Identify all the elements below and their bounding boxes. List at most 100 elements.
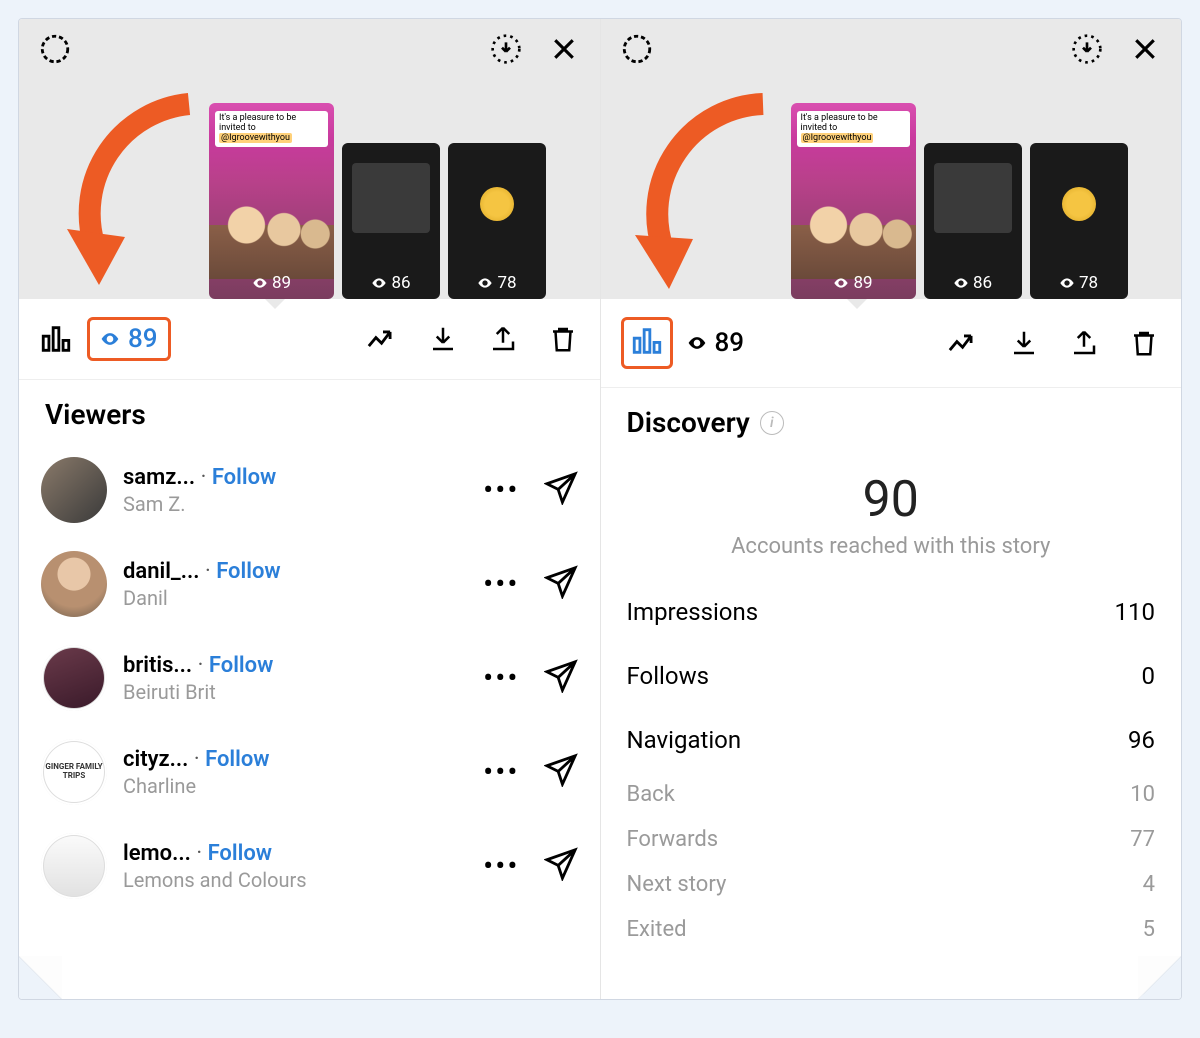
stat-label: Impressions bbox=[627, 598, 759, 626]
viewer-row[interactable]: lemo... · FollowLemons and Colours••• bbox=[37, 819, 582, 913]
thumb-view-count: 89 bbox=[209, 273, 334, 293]
thumb-view-count: 78 bbox=[1030, 273, 1128, 293]
thumb-caption: It's a pleasure to be invited to @Igroov… bbox=[215, 111, 328, 147]
send-icon[interactable] bbox=[544, 847, 578, 885]
story-thumb[interactable]: 86 bbox=[924, 143, 1022, 299]
viewer-row[interactable]: samz... · FollowSam Z. ••• bbox=[37, 443, 582, 537]
stat-label: Follows bbox=[627, 662, 710, 690]
story-thumb[interactable]: 86 bbox=[342, 143, 440, 299]
viewer-fullname: Charline bbox=[123, 774, 467, 798]
close-icon[interactable] bbox=[1125, 29, 1165, 69]
share-icon[interactable] bbox=[1067, 326, 1101, 360]
trash-icon[interactable] bbox=[546, 322, 580, 356]
story-header: It's a pleasure to be invited to @Igroov… bbox=[601, 19, 1182, 299]
stat-value: 4 bbox=[1143, 872, 1155, 897]
save-icon[interactable] bbox=[1007, 326, 1041, 360]
more-icon[interactable]: ••• bbox=[483, 483, 519, 498]
thumb-caption: It's a pleasure to be invited to @Igroov… bbox=[797, 111, 910, 147]
story-thumb[interactable]: 78 bbox=[448, 143, 546, 299]
story-toolbar: 89 bbox=[601, 299, 1182, 388]
stat-label: Back bbox=[627, 782, 675, 807]
viewer-info: cityz... · FollowCharline bbox=[123, 747, 467, 798]
viewer-username: cityz... bbox=[123, 747, 188, 772]
share-icon[interactable] bbox=[486, 322, 520, 356]
corner-fold bbox=[18, 956, 62, 1000]
save-icon[interactable] bbox=[426, 322, 460, 356]
avatar[interactable] bbox=[41, 457, 107, 523]
more-icon[interactable]: ••• bbox=[483, 765, 519, 780]
send-icon[interactable] bbox=[544, 659, 578, 697]
follow-link[interactable]: Follow bbox=[216, 559, 280, 584]
viewer-fullname: Sam Z. bbox=[123, 492, 467, 516]
follow-link[interactable]: Follow bbox=[212, 465, 276, 490]
thumb-view-count: 86 bbox=[342, 273, 440, 293]
viewer-username: samz... bbox=[123, 465, 195, 490]
stat-value: 0 bbox=[1142, 662, 1156, 690]
nav-stat-row: Back 10 bbox=[627, 772, 1156, 817]
trash-icon[interactable] bbox=[1127, 326, 1161, 360]
story-header: It's a pleasure to be invited to @Igroov… bbox=[19, 19, 600, 299]
viewer-fullname: Beiruti Brit bbox=[123, 680, 467, 704]
send-icon[interactable] bbox=[544, 753, 578, 791]
more-icon[interactable]: ••• bbox=[483, 671, 519, 686]
follow-link[interactable]: Follow bbox=[209, 653, 273, 678]
stat-label: Forwards bbox=[627, 827, 719, 852]
avatar[interactable] bbox=[41, 551, 107, 617]
stat-label: Navigation bbox=[627, 726, 742, 754]
avatar[interactable] bbox=[41, 645, 107, 711]
send-icon[interactable] bbox=[544, 471, 578, 509]
more-icon[interactable]: ••• bbox=[483, 577, 519, 592]
views-count: 89 bbox=[128, 324, 158, 354]
reach-label: Accounts reached with this story bbox=[731, 533, 1051, 562]
download-icon[interactable] bbox=[486, 29, 526, 69]
views-tab[interactable]: 89 bbox=[687, 328, 745, 358]
stat-value: 96 bbox=[1128, 726, 1155, 754]
story-thumb-selected[interactable]: It's a pleasure to be invited to @Igroov… bbox=[791, 103, 916, 299]
more-icon[interactable]: ••• bbox=[483, 859, 519, 874]
stat-label: Next story bbox=[627, 872, 727, 897]
follow-link[interactable]: Follow bbox=[208, 841, 272, 866]
story-thumb-selected[interactable]: It's a pleasure to be invited to @Igroov… bbox=[209, 103, 334, 299]
viewer-info: britis... · FollowBeiruti Brit bbox=[123, 653, 467, 704]
annotation-arrow bbox=[49, 89, 219, 289]
viewer-username: lemo... bbox=[123, 841, 191, 866]
avatar[interactable]: GINGER FAMILY TRIPS bbox=[41, 739, 107, 805]
settings-icon[interactable] bbox=[35, 29, 75, 69]
download-icon[interactable] bbox=[1067, 29, 1107, 69]
thumb-view-count: 78 bbox=[448, 273, 546, 293]
views-count: 89 bbox=[715, 328, 745, 358]
viewer-info: samz... · FollowSam Z. bbox=[123, 465, 467, 516]
story-thumb[interactable]: 78 bbox=[1030, 143, 1128, 299]
insights-tab-highlighted[interactable] bbox=[621, 317, 673, 369]
promote-icon[interactable] bbox=[366, 322, 400, 356]
settings-icon[interactable] bbox=[617, 29, 657, 69]
viewer-fullname: Lemons and Colours bbox=[123, 868, 467, 892]
story-toolbar: 89 bbox=[19, 299, 600, 380]
viewer-row[interactable]: GINGER FAMILY TRIPS cityz... · FollowChar… bbox=[37, 725, 582, 819]
stat-value: 10 bbox=[1130, 782, 1155, 807]
viewer-row[interactable]: danil_... · FollowDanil••• bbox=[37, 537, 582, 631]
promote-icon[interactable] bbox=[947, 326, 981, 360]
nav-stat-row: Next story 4 bbox=[627, 862, 1156, 907]
info-icon[interactable]: i bbox=[760, 411, 784, 435]
viewer-row[interactable]: britis... · FollowBeiruti Brit ••• bbox=[37, 631, 582, 725]
avatar[interactable] bbox=[41, 833, 107, 899]
thumb-view-count: 86 bbox=[924, 273, 1022, 293]
story-thumbnails: It's a pleasure to be invited to @Igroov… bbox=[791, 103, 1128, 299]
viewers-title: Viewers bbox=[19, 380, 600, 443]
views-tab-highlighted[interactable]: 89 bbox=[87, 317, 171, 361]
stat-row: Navigation 96 bbox=[627, 708, 1156, 772]
reach-number: 90 bbox=[627, 471, 1156, 529]
stat-row: Impressions110 bbox=[627, 580, 1156, 644]
corner-fold bbox=[1138, 956, 1182, 1000]
comparison-frame: It's a pleasure to be invited to @Igroov… bbox=[18, 18, 1182, 1000]
close-icon[interactable] bbox=[544, 29, 584, 69]
follow-link[interactable]: Follow bbox=[205, 747, 269, 772]
nav-stat-row: Forwards77 bbox=[627, 817, 1156, 862]
discovery-title: Discovery i bbox=[601, 388, 1182, 451]
stat-label: Exited bbox=[627, 917, 687, 942]
thumb-view-count: 89 bbox=[791, 273, 916, 293]
send-icon[interactable] bbox=[544, 565, 578, 603]
insights-tab-icon[interactable] bbox=[39, 322, 73, 356]
nav-stat-row: Exited5 bbox=[627, 907, 1156, 952]
